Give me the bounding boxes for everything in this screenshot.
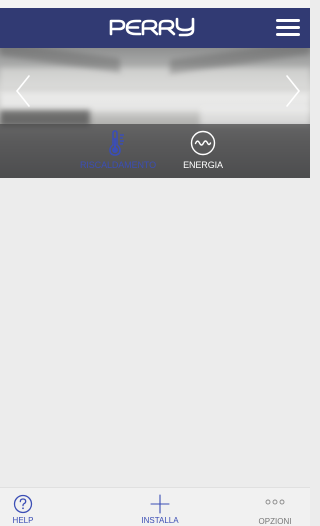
app-screen: RISCALDAMENTO ENERGIA HELP INSTALLA OPZI… — [0, 0, 310, 526]
mode-energy[interactable]: ENERGIA — [168, 124, 238, 178]
energy-wave-icon — [190, 130, 216, 156]
mode-heating-label: RISCALDAMENTO — [79, 160, 157, 170]
mode-energy-label: ENERGIA — [183, 160, 223, 170]
previous-slide-button[interactable] — [14, 74, 32, 108]
hero-background-window — [0, 68, 310, 90]
next-slide-button[interactable] — [284, 74, 302, 108]
more-dots-icon — [265, 499, 285, 505]
tab-install-label: INSTALLA — [141, 516, 179, 525]
menu-button[interactable] — [276, 19, 300, 37]
plus-icon — [150, 494, 170, 514]
tab-options-label: OPZIONI — [258, 517, 292, 526]
app-header — [0, 8, 310, 48]
tab-options[interactable]: OPZIONI — [250, 488, 300, 526]
mode-selector-bar: RISCALDAMENTO ENERGIA — [0, 124, 310, 178]
chevron-left-icon — [15, 75, 30, 107]
tab-help[interactable]: HELP — [0, 488, 46, 526]
mode-heating[interactable]: RISCALDAMENTO — [62, 124, 174, 178]
tab-help-label: HELP — [12, 516, 34, 525]
thermometer-icon — [109, 130, 124, 156]
perry-logo — [105, 16, 201, 38]
status-strip — [0, 0, 310, 8]
main-content-area — [0, 178, 310, 487]
bottom-tab-bar: HELP INSTALLA OPZIONI — [0, 487, 310, 526]
hamburger-menu-icon — [276, 19, 300, 22]
chevron-right-icon — [286, 75, 301, 107]
tab-install[interactable]: INSTALLA — [125, 488, 195, 526]
hamburger-line — [276, 33, 300, 36]
help-circle-icon — [13, 494, 33, 514]
hero-banner: RISCALDAMENTO ENERGIA — [0, 48, 310, 178]
hamburger-line — [276, 26, 300, 29]
